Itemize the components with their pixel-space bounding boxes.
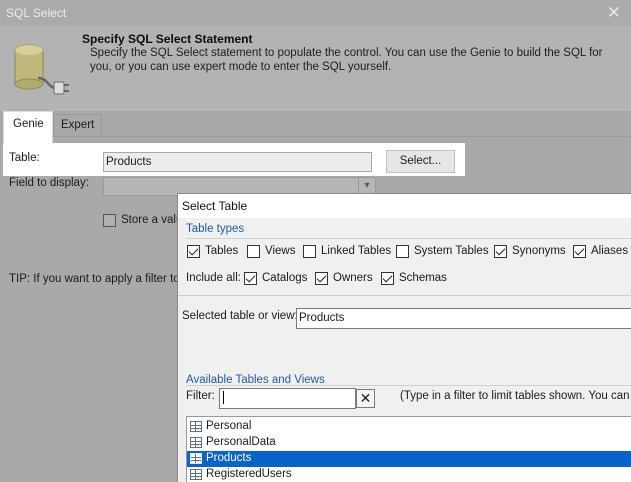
table-types-divider [186, 238, 631, 239]
text-caret [223, 391, 224, 404]
close-icon[interactable]: ✕ [607, 4, 621, 21]
tables-label: Tables [205, 245, 239, 257]
tables-checkbox[interactable] [187, 245, 200, 258]
list-item-label: RegisteredUsers [206, 468, 292, 480]
database-plug-icon [14, 44, 69, 95]
selected-table-input[interactable]: Products [296, 308, 631, 329]
table-label: Table: [9, 152, 40, 164]
table-icon [190, 437, 202, 448]
system-tables-label: System Tables [414, 245, 489, 257]
dialog-title: Select Table [182, 199, 248, 213]
tab-expert[interactable]: Expert [53, 114, 103, 136]
include-all-label: Include all: [186, 272, 241, 284]
options-divider [178, 295, 631, 296]
owners-label: Owners [333, 272, 373, 284]
table-icon [190, 469, 202, 480]
list-item-label: Personal [206, 420, 252, 432]
selected-table-label: Selected table or view: [182, 310, 298, 322]
linked-tables-label: Linked Tables [321, 245, 392, 257]
synonyms-checkbox[interactable] [494, 245, 507, 258]
catalogs-checkbox[interactable] [244, 272, 257, 285]
select-table-button[interactable]: Select... [386, 150, 455, 173]
available-tables-list[interactable]: Personal PersonalData Products Registere… [186, 416, 631, 482]
wizard-header-description: Specify the SQL Select statement to popu… [90, 47, 603, 73]
owners-checkbox[interactable] [315, 272, 328, 285]
clear-filter-button[interactable]: ✕ [356, 389, 375, 408]
select-table-dialog: Select Table Table types Tables Views Li… [177, 193, 631, 482]
table-icon [190, 421, 202, 432]
schemas-checkbox[interactable] [381, 272, 394, 285]
list-item-label: Products [206, 452, 252, 464]
store-value-checkbox[interactable] [103, 214, 116, 227]
sql-select-titlebar: SQL Select ✕ [0, 0, 631, 26]
catalogs-label: Catalogs [262, 272, 308, 284]
available-tables-divider [186, 385, 631, 386]
synonyms-label: Synonyms [512, 245, 566, 257]
field-to-display-label: Field to display: [9, 177, 89, 189]
select-table-titlebar: Select Table [178, 194, 631, 218]
filter-hint: (Type in a filter to limit tables shown.… [400, 390, 631, 402]
aliases-label: Aliases [591, 245, 629, 257]
table-types-title: Table types [186, 223, 245, 235]
window-title: SQL Select [6, 6, 67, 20]
list-item[interactable]: Personal [187, 419, 631, 435]
tip-text: TIP: If you want to apply a filter to [9, 273, 180, 285]
store-value-label: Store a valu [121, 214, 183, 226]
filter-label: Filter: [186, 390, 215, 402]
list-item[interactable]: PersonalData [187, 435, 631, 451]
list-item-label: PersonalData [206, 436, 276, 448]
wizard-header-title: Specify SQL Select Statement [82, 32, 253, 46]
linked-tables-checkbox[interactable] [303, 245, 316, 258]
views-checkbox[interactable] [247, 245, 260, 258]
tab-genie[interactable]: Genie [3, 111, 53, 144]
list-item[interactable]: RegisteredUsers [187, 467, 631, 482]
tab-strip: Expert [0, 111, 631, 137]
wizard-header: Specify SQL Select Statement Specify the… [0, 26, 631, 112]
aliases-checkbox[interactable] [573, 245, 586, 258]
filter-input[interactable] [219, 388, 356, 409]
schemas-label: Schemas [399, 272, 447, 284]
list-item[interactable]: Products [187, 451, 631, 467]
views-label: Views [265, 245, 296, 257]
table-field[interactable]: Products [103, 152, 372, 172]
system-tables-checkbox[interactable] [396, 245, 409, 258]
table-icon [190, 453, 202, 464]
